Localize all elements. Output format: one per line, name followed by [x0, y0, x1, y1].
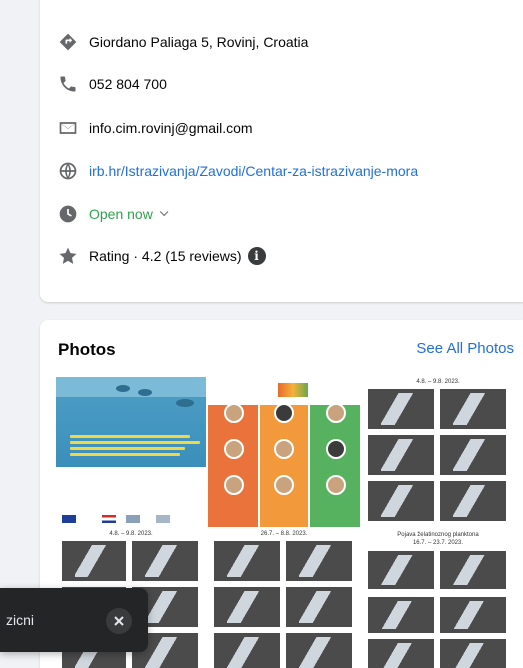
logo-eu [62, 515, 76, 523]
poster-stripe [278, 383, 308, 397]
speaker-photo [274, 475, 294, 495]
fish-decoration [116, 385, 130, 392]
speaker-photo [274, 439, 294, 459]
email-row[interactable]: info.cim.rovinj@gmail.com [56, 116, 253, 140]
map-panel [368, 639, 434, 668]
map-panel [440, 435, 506, 475]
open-status: Open now [89, 206, 153, 222]
poster-column [260, 405, 308, 527]
map-panel [440, 389, 506, 429]
photo-tile[interactable]: 26.7. – 8.8. 2023. [208, 529, 360, 668]
about-card: Giordano Paliaga 5, Rovinj, Croatia 052 … [40, 0, 523, 302]
poster-band [56, 377, 206, 397]
logo-flag [102, 515, 116, 523]
speaker-photo [224, 403, 244, 423]
speaker-photo [326, 475, 346, 495]
website-row[interactable]: irb.hr/Istrazivanja/Zavodi/Centar-za-ist… [56, 159, 418, 183]
logo-partner [126, 515, 140, 523]
map-panel [214, 633, 280, 668]
directions-icon [56, 30, 80, 54]
clock-icon [56, 202, 80, 226]
phone-row[interactable]: 052 804 700 [56, 72, 167, 96]
map-panel [440, 551, 506, 589]
mail-icon [56, 116, 80, 140]
phone-text: 052 804 700 [89, 76, 167, 92]
see-all-photos-link[interactable]: See All Photos [416, 340, 514, 357]
map-header: Pojava želatinoznog planktona 16.7. – 23… [397, 532, 479, 546]
notification-toast: zicni [0, 588, 148, 652]
map-panel [214, 541, 280, 581]
address-row[interactable]: Giordano Paliaga 5, Rovinj, Croatia [56, 30, 308, 54]
photos-title: Photos [58, 340, 116, 359]
map-panel [440, 481, 506, 521]
speaker-photo [224, 439, 244, 459]
photo-tile[interactable]: Pojava želatinoznog planktona 16.7. – 23… [362, 529, 514, 668]
poster-text-line [70, 435, 190, 438]
poster-text-line [70, 441, 200, 444]
poster-text-line [70, 447, 185, 450]
map-panel [440, 597, 506, 633]
map-header: 4.8. – 9.8. 2023. [109, 531, 153, 537]
poster-text-line [96, 473, 156, 476]
map-panel [286, 541, 352, 581]
speaker-photo [224, 475, 244, 495]
speaker-photo [326, 439, 346, 459]
map-panel [286, 587, 352, 627]
map-header: 4.8. – 9.8. 2023. [416, 379, 460, 385]
hours-row[interactable]: Open now [56, 202, 169, 226]
poster-text-line [92, 479, 162, 482]
map-header: 26.7. – 8.8. 2023. [260, 531, 308, 537]
map-panel [368, 435, 434, 475]
star-icon [56, 244, 80, 268]
map-panel [286, 633, 352, 668]
map-panel [368, 481, 434, 521]
photo-tile[interactable]: 4.8. – 9.8. 2023. [362, 377, 514, 527]
speaker-photo [274, 403, 294, 423]
map-panel [440, 639, 506, 668]
photo-tile[interactable] [56, 377, 206, 527]
poster-column [208, 405, 258, 527]
map-panel [368, 597, 434, 633]
chevron-down-icon[interactable] [159, 207, 169, 217]
toast-close-button[interactable] [106, 608, 132, 634]
toast-text: zicni [6, 612, 35, 628]
close-icon [114, 616, 124, 626]
rating-row: Rating · 4.2 (15 reviews) i [56, 244, 266, 268]
map-panel [368, 389, 434, 429]
email-text: info.cim.rovinj@gmail.com [89, 120, 253, 136]
map-panel [132, 541, 198, 581]
fish-decoration [138, 389, 152, 396]
globe-icon [56, 159, 80, 183]
poster-text-line [94, 485, 158, 488]
phone-icon [56, 72, 80, 96]
poster-column [310, 405, 360, 527]
map-panel [368, 551, 434, 589]
logo-partner [156, 515, 170, 523]
website-link[interactable]: irb.hr/Istrazivanja/Zavodi/Centar-za-ist… [89, 163, 418, 179]
fish-decoration [176, 399, 194, 407]
map-panel [62, 541, 126, 581]
rating-text: Rating · 4.2 (15 reviews) [89, 248, 242, 264]
speaker-photo [326, 403, 346, 423]
info-icon[interactable]: i [247, 247, 266, 265]
poster-text-line [70, 453, 180, 456]
map-panel [214, 587, 280, 627]
address-text: Giordano Paliaga 5, Rovinj, Croatia [89, 34, 309, 50]
photo-tile[interactable] [208, 377, 360, 527]
